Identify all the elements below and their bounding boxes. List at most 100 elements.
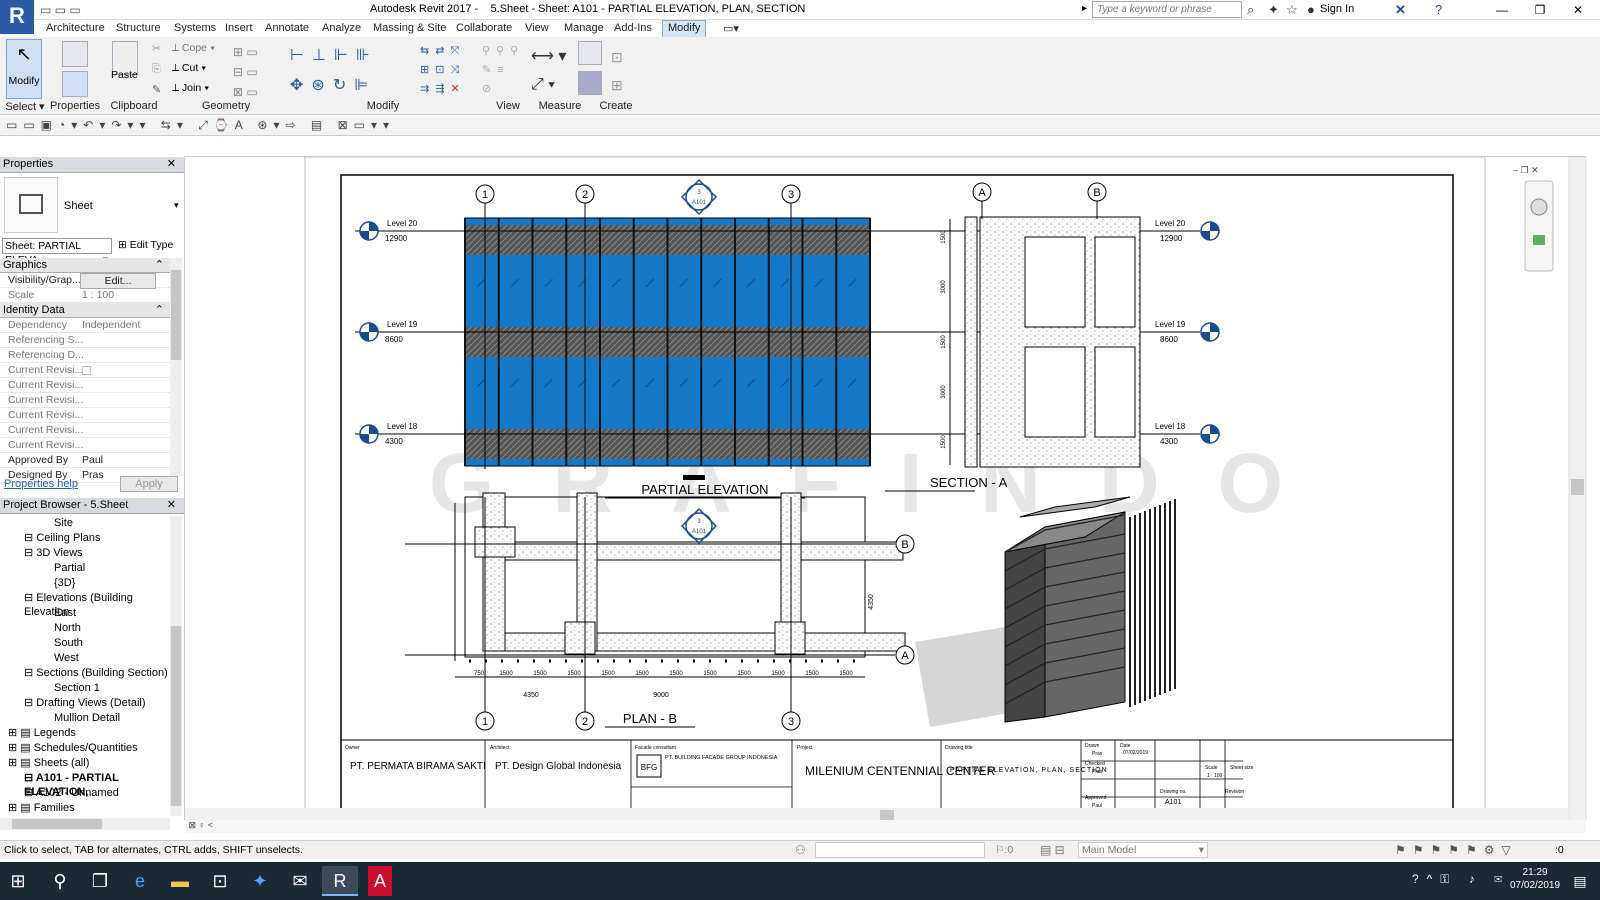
measure-icons[interactable]: ⟷ ▾ ⤢ ▾ bbox=[531, 43, 566, 99]
browser-item[interactable]: ⊞ ▤ Families bbox=[8, 801, 75, 815]
clock[interactable]: 21:29 07/02/2019 bbox=[1510, 866, 1560, 892]
view-control-bar[interactable]: ⊠ ♀ < bbox=[186, 820, 1586, 833]
tab-structure[interactable]: Structure bbox=[116, 22, 161, 34]
drawing-canvas[interactable]: GRAFINDO PARTIAL ELEVATION 123 3 A101 Le… bbox=[184, 156, 1587, 822]
create-parts-icon[interactable] bbox=[578, 71, 602, 95]
system-tray-icons[interactable]: ?^⚿ ♪ ✉ bbox=[1412, 872, 1510, 887]
sheet-drawing[interactable]: GRAFINDO PARTIAL ELEVATION 123 3 A101 Le… bbox=[185, 156, 1587, 822]
tab-architecture[interactable]: Architecture bbox=[46, 22, 105, 34]
autocad-icon[interactable]: A bbox=[368, 866, 392, 896]
tab-overflow-icon[interactable]: ▭▾ bbox=[723, 22, 739, 35]
browser-item[interactable]: South bbox=[54, 636, 83, 650]
user-icon[interactable]: ● bbox=[1307, 2, 1315, 17]
close-button[interactable]: ✕ bbox=[1560, 0, 1596, 20]
browser-item[interactable]: North bbox=[54, 621, 81, 635]
graphics-section[interactable]: Graphics ⌃ bbox=[0, 258, 170, 273]
tab-analyze[interactable]: Analyze bbox=[322, 22, 361, 34]
properties-help-link[interactable]: Properties help bbox=[4, 478, 78, 490]
mail-icon[interactable]: ✉ bbox=[282, 866, 318, 896]
browser-item[interactable]: Section 1 bbox=[54, 681, 100, 695]
type-dropdown-icon[interactable]: ▾ bbox=[174, 200, 179, 211]
restore-button[interactable]: ❐ bbox=[1522, 0, 1558, 20]
browser-item[interactable]: Partial bbox=[54, 561, 85, 575]
worksets-icon[interactable]: ⚇ bbox=[795, 843, 806, 857]
quick-access-icon[interactable]: ▭ ▭ ▭ bbox=[40, 3, 81, 17]
view-tools-icons[interactable]: ⚲⚲⚲ ✎≡ ⊘ bbox=[482, 42, 524, 99]
browser-item[interactable]: ⊞ ▤ Schedules/Quantities bbox=[8, 741, 138, 755]
create-group-icons[interactable]: ⊡ ⊞ bbox=[611, 43, 623, 99]
binoculars-icon[interactable]: ⌕ bbox=[1247, 2, 1254, 18]
search-input[interactable]: Type a keyword or phrase bbox=[1092, 1, 1242, 18]
browser-item[interactable]: ⊞ ▤ Sheets (all) bbox=[8, 756, 89, 770]
browser-item[interactable]: ⊟ 3D Views bbox=[24, 546, 83, 560]
browser-item[interactable]: East bbox=[54, 606, 76, 620]
star-icon[interactable]: ☆ bbox=[1286, 2, 1298, 18]
browser-item[interactable]: Site bbox=[54, 516, 73, 530]
design-options-icon[interactable]: ▤ ⊟ bbox=[1040, 843, 1065, 857]
browser-item[interactable]: ⊟ Sections (Building Section) bbox=[24, 666, 168, 680]
sign-in-button[interactable]: Sign In bbox=[1320, 3, 1354, 15]
tab-manage[interactable]: Manage bbox=[564, 22, 604, 34]
close-properties-icon[interactable]: ✕ bbox=[167, 157, 176, 171]
tab-collaborate[interactable]: Collaborate bbox=[456, 22, 512, 34]
browser-horizontal-scrollbar[interactable] bbox=[0, 818, 170, 830]
apply-button[interactable]: Apply bbox=[120, 476, 178, 492]
store-icon[interactable]: ⊡ bbox=[202, 866, 238, 896]
help-icon[interactable]: ? bbox=[1435, 2, 1442, 17]
select-dropdown[interactable]: Select ▾ bbox=[5, 100, 45, 113]
modify-tools-icons[interactable]: ⊢⊥⊩⊪ ✥⊛↻⊫ bbox=[290, 41, 378, 101]
tab-view[interactable]: View bbox=[525, 22, 549, 34]
revit-app-icon[interactable]: R bbox=[0, 0, 34, 34]
subscription-icon[interactable]: ✦ bbox=[1268, 2, 1279, 18]
type-properties-icon[interactable] bbox=[62, 41, 88, 67]
delete-icon[interactable]: ✕ bbox=[450, 83, 465, 95]
identity-section[interactable]: Identity Data ⌃ bbox=[0, 303, 170, 318]
workset-selector[interactable] bbox=[815, 842, 985, 858]
start-icon[interactable]: ⊞ bbox=[0, 866, 36, 896]
modify-small-icons[interactable]: ⇆⇄⤧ ⊞⊡⤨ ⇉⇶✕ bbox=[420, 42, 466, 99]
browser-item[interactable]: ⊟ Ceiling Plans bbox=[24, 531, 100, 545]
close-browser-icon[interactable]: ✕ bbox=[167, 498, 176, 512]
browser-item[interactable]: Mullion Detail bbox=[54, 711, 120, 725]
tab-annotate[interactable]: Annotate bbox=[265, 22, 309, 34]
edge-icon[interactable]: e bbox=[122, 866, 158, 896]
tab-add-ins[interactable]: Add-Ins bbox=[614, 22, 652, 34]
tab-insert[interactable]: Insert bbox=[225, 22, 253, 34]
selection-filter-icons[interactable]: ⚑⚑⚑⚑⚑⚙▽ bbox=[1395, 843, 1518, 857]
instance-selector[interactable]: Sheet: PARTIAL ELEVA▾ bbox=[2, 238, 112, 266]
browser-item[interactable]: {3D} bbox=[54, 576, 75, 590]
browser-item[interactable]: ⊟ Drafting Views (Detail) bbox=[24, 696, 146, 710]
minimize-button[interactable]: — bbox=[1484, 0, 1520, 20]
browser-item[interactable]: ⊞ ▤ Legends bbox=[8, 726, 76, 740]
cut-clipboard-icon[interactable]: ✂ bbox=[152, 42, 161, 55]
edit-type-button[interactable]: ⊞ Edit Type bbox=[118, 239, 173, 251]
exchange-icon[interactable]: ✕ bbox=[1395, 2, 1406, 18]
modify-tool-button[interactable]: ↖ Modify bbox=[6, 39, 42, 99]
search-arrow-icon[interactable]: ▸ bbox=[1082, 3, 1087, 14]
revit-taskbar-icon[interactable]: R bbox=[322, 866, 358, 896]
browser-item[interactable]: West bbox=[54, 651, 79, 665]
geometry-tools-icons[interactable]: ⊞ ▭ ⊟ ▭ ⊠ ▭ bbox=[233, 42, 258, 102]
cope-button[interactable]: ⟂ Cope ▾ bbox=[172, 42, 215, 55]
create-assembly-icon[interactable] bbox=[578, 41, 602, 65]
file-explorer-icon[interactable]: ▬ bbox=[162, 866, 198, 896]
match-type-icon[interactable]: ✎ bbox=[152, 83, 161, 96]
tab-modify[interactable]: Modify bbox=[662, 20, 707, 37]
cut-button[interactable]: ⟂ Cut ▾ bbox=[172, 62, 206, 75]
browser-scrollbar[interactable] bbox=[170, 516, 182, 816]
properties-scrollbar[interactable] bbox=[170, 258, 182, 476]
join-button[interactable]: ⟂ Join ▾ bbox=[172, 82, 209, 95]
properties-icon[interactable] bbox=[62, 71, 88, 97]
dropbox-icon[interactable]: ✦ bbox=[242, 866, 278, 896]
browser-item[interactable]: ⊟ Elevations (Building Elevation bbox=[24, 591, 170, 619]
notifications-icon[interactable]: ▤ bbox=[1562, 866, 1598, 896]
tab-massing-site[interactable]: Massing & Site bbox=[373, 22, 446, 34]
navigation-bar[interactable]: – ❐ ✕ bbox=[1513, 165, 1554, 272]
copy-icon[interactable]: ⎘ bbox=[152, 63, 161, 76]
browser-item[interactable]: ⊟ A102 - Unnamed bbox=[24, 786, 119, 800]
visibility-edit-button[interactable]: Edit... bbox=[80, 273, 156, 289]
revision-checkbox[interactable] bbox=[82, 366, 91, 375]
quick-access-icons[interactable]: ▭▭▣◔▾↶▾↷▾▾ ⇆▾ ⤢⌚A ⊛▾⇨ ▤ ⊠▭▾▾ bbox=[6, 118, 395, 133]
editing-requests[interactable]: ⚐:0 bbox=[995, 844, 1013, 856]
design-option-selector[interactable]: Main Model ▾ bbox=[1078, 842, 1208, 858]
